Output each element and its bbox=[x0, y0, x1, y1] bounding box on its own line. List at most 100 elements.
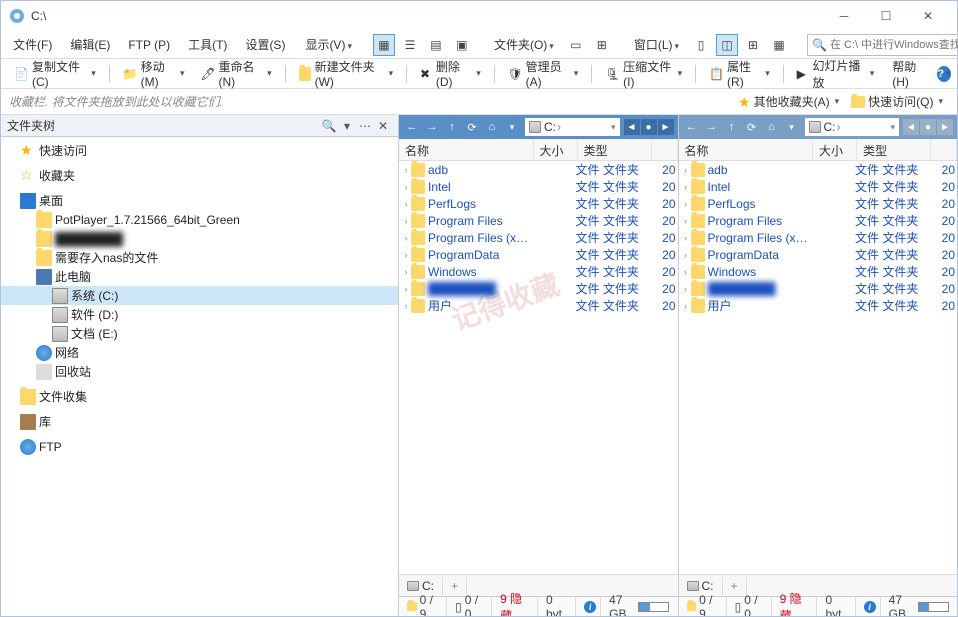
expand-icon[interactable]: › bbox=[681, 301, 691, 311]
view-list-icon[interactable]: ☰ bbox=[399, 34, 421, 56]
expand-icon[interactable]: › bbox=[401, 216, 411, 226]
help-icon[interactable]: ? bbox=[937, 66, 951, 82]
delete-button[interactable]: ✖删除(D) bbox=[413, 62, 488, 86]
menu-window[interactable]: 窗口(L) bbox=[626, 33, 687, 56]
drive-tab-add[interactable]: + bbox=[443, 577, 467, 595]
nav-home-icon[interactable]: ⌂ bbox=[763, 118, 781, 136]
tree-nas-folder[interactable]: 需要存入nas的文件 bbox=[1, 248, 398, 267]
view-large-icon[interactable]: ▣ bbox=[451, 34, 473, 56]
menu-ftp[interactable]: FTP (P) bbox=[120, 35, 178, 55]
file-row[interactable]: ›Intel文件 文件夹20 bbox=[399, 178, 678, 195]
col-size[interactable]: 大小 bbox=[534, 139, 578, 160]
file-row[interactable]: ›ProgramData文件 文件夹20 bbox=[679, 246, 958, 263]
tree-favorites[interactable]: ☆收藏夹 bbox=[1, 166, 398, 185]
file-row[interactable]: ›ProgramData文件 文件夹20 bbox=[399, 246, 678, 263]
other-favorites-button[interactable]: ★其他收藏夹(A) bbox=[732, 91, 845, 112]
admin-button[interactable]: 🛡管理员(A) bbox=[501, 62, 586, 86]
expand-icon[interactable]: › bbox=[681, 165, 691, 175]
copy-file-button[interactable]: 📄复制文件(C) bbox=[7, 62, 103, 86]
folder-opt2-icon[interactable]: ⊞ bbox=[591, 34, 613, 56]
file-row[interactable]: ›████████文件 文件夹20 bbox=[679, 280, 958, 297]
file-row[interactable]: ›PerfLogs文件 文件夹20 bbox=[399, 195, 678, 212]
nav-dropdown-icon[interactable]: ▾ bbox=[503, 118, 521, 136]
col-type[interactable]: 类型 bbox=[857, 139, 931, 160]
addr-dropdown-icon[interactable]: ▾ bbox=[611, 122, 616, 133]
file-row[interactable]: ›Windows文件 文件夹20 bbox=[679, 263, 958, 280]
file-list-left[interactable]: 记得收藏 ›adb文件 文件夹20›Intel文件 文件夹20›PerfLogs… bbox=[399, 161, 678, 574]
file-row[interactable]: ›Program Files (x86)文件 文件夹20 bbox=[399, 229, 678, 246]
file-row[interactable]: ›用户文件 文件夹20 bbox=[679, 297, 958, 314]
quick-access-button[interactable]: 快速访问(Q) bbox=[845, 91, 949, 112]
file-row[interactable]: ›████████文件 文件夹20 bbox=[399, 280, 678, 297]
tree-library[interactable]: 库 bbox=[1, 412, 398, 431]
breadcrumb-drive[interactable]: C: bbox=[824, 120, 836, 134]
expand-icon[interactable]: › bbox=[681, 267, 691, 277]
file-list-right[interactable]: ›adb文件 文件夹20›Intel文件 文件夹20›PerfLogs文件 文件… bbox=[679, 161, 958, 574]
tree-network[interactable]: 网络 bbox=[1, 343, 398, 362]
expand-icon[interactable]: › bbox=[401, 301, 411, 311]
compress-button[interactable]: 🗜压缩文件(I) bbox=[598, 62, 689, 86]
col-date[interactable] bbox=[931, 139, 957, 160]
file-row[interactable]: ›Intel文件 文件夹20 bbox=[679, 178, 958, 195]
nav-prev-icon[interactable]: ◄ bbox=[624, 119, 640, 135]
file-row[interactable]: ›Program Files文件 文件夹20 bbox=[679, 212, 958, 229]
nav-play-icon[interactable]: ● bbox=[641, 119, 657, 135]
expand-icon[interactable]: › bbox=[681, 250, 691, 260]
expand-icon[interactable]: › bbox=[681, 199, 691, 209]
menu-file[interactable]: 文件(F) bbox=[5, 33, 60, 56]
info-icon[interactable]: i bbox=[584, 601, 596, 613]
address-bar-right[interactable]: C: › ▾ bbox=[805, 118, 900, 136]
expand-icon[interactable]: › bbox=[401, 199, 411, 209]
tree-quick-access[interactable]: ★快速访问 bbox=[1, 141, 398, 160]
nav-next-icon[interactable]: ► bbox=[937, 119, 953, 135]
folder-opt1-icon[interactable]: ▭ bbox=[565, 34, 587, 56]
menu-settings[interactable]: 设置(S) bbox=[237, 33, 293, 56]
col-name[interactable]: 名称 bbox=[399, 139, 534, 160]
expand-icon[interactable]: › bbox=[401, 284, 411, 294]
maximize-button[interactable]: ☐ bbox=[865, 3, 907, 29]
properties-button[interactable]: 📋属性(R) bbox=[702, 62, 777, 86]
tree-close-icon[interactable]: ✕ bbox=[374, 119, 392, 133]
menu-folder[interactable]: 文件夹(O) bbox=[486, 33, 562, 56]
nav-back-icon[interactable]: ← bbox=[403, 118, 421, 136]
layout-single-icon[interactable]: ▯ bbox=[690, 34, 712, 56]
tree-ftp[interactable]: FTP bbox=[1, 437, 398, 456]
nav-forward-icon[interactable]: → bbox=[703, 118, 721, 136]
file-row[interactable]: ›Windows文件 文件夹20 bbox=[399, 263, 678, 280]
expand-icon[interactable]: › bbox=[681, 233, 691, 243]
file-row[interactable]: ›adb文件 文件夹20 bbox=[399, 161, 678, 178]
addr-dropdown-icon[interactable]: ▾ bbox=[890, 122, 895, 133]
file-row[interactable]: ›PerfLogs文件 文件夹20 bbox=[679, 195, 958, 212]
tree-this-pc[interactable]: 此电脑 bbox=[1, 267, 398, 286]
rename-button[interactable]: 🖊重命名(N) bbox=[193, 62, 278, 86]
col-size[interactable]: 大小 bbox=[813, 139, 857, 160]
close-button[interactable]: ✕ bbox=[907, 3, 949, 29]
file-row[interactable]: ›adb文件 文件夹20 bbox=[679, 161, 958, 178]
tree-file-collect[interactable]: 文件收集 bbox=[1, 387, 398, 406]
nav-dropdown-icon[interactable]: ▾ bbox=[783, 118, 801, 136]
info-icon[interactable]: i bbox=[864, 601, 876, 613]
nav-up-icon[interactable]: ↑ bbox=[723, 118, 741, 136]
expand-icon[interactable]: › bbox=[401, 250, 411, 260]
tree-drive-c[interactable]: 系统 (C:) bbox=[1, 286, 398, 305]
tree-collapse-icon[interactable]: ▾ bbox=[338, 119, 356, 133]
tree-drive-d[interactable]: 软件 (D:) bbox=[1, 305, 398, 324]
move-button[interactable]: 📁移动(M) bbox=[116, 62, 192, 86]
folder-tree[interactable]: ★快速访问 ☆收藏夹 桌面 PotPlayer_1.7.21566_64bit_… bbox=[1, 137, 398, 616]
drive-tab-add[interactable]: + bbox=[723, 577, 747, 595]
new-folder-button[interactable]: 新建文件夹(W) bbox=[292, 62, 401, 86]
tree-menu-icon[interactable]: ⋯ bbox=[356, 119, 374, 133]
file-row[interactable]: ›Program Files (x86)文件 文件夹20 bbox=[679, 229, 958, 246]
col-name[interactable]: 名称 bbox=[679, 139, 814, 160]
nav-play-icon[interactable]: ● bbox=[920, 119, 936, 135]
nav-forward-icon[interactable]: → bbox=[423, 118, 441, 136]
layout-triple-icon[interactable]: ⊞ bbox=[742, 34, 764, 56]
tree-drive-e[interactable]: 文档 (E:) bbox=[1, 324, 398, 343]
expand-icon[interactable]: › bbox=[681, 284, 691, 294]
tree-desktop[interactable]: 桌面 bbox=[1, 191, 398, 210]
menu-tools[interactable]: 工具(T) bbox=[180, 33, 235, 56]
tree-search-icon[interactable]: 🔍 bbox=[320, 119, 338, 133]
view-details-icon[interactable]: ▦ bbox=[373, 34, 395, 56]
tree-potplayer[interactable]: PotPlayer_1.7.21566_64bit_Green bbox=[1, 210, 398, 229]
file-row[interactable]: ›Program Files文件 文件夹20 bbox=[399, 212, 678, 229]
